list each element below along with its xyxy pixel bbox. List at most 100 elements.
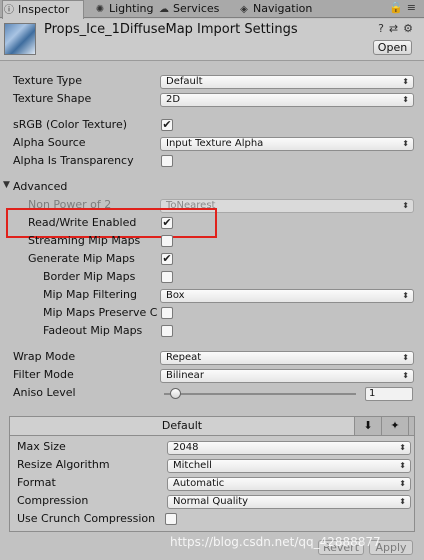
texture-type-label: Texture Type bbox=[13, 74, 83, 87]
use-crunch-checkbox[interactable] bbox=[165, 513, 177, 525]
wrap-mode-dropdown[interactable]: Repeat ⬍ bbox=[160, 351, 414, 365]
texture-thumbnail bbox=[4, 23, 36, 55]
advanced-label: Advanced bbox=[13, 180, 68, 193]
format-label: Format bbox=[17, 476, 56, 489]
texture-shape-dropdown[interactable]: 2D ⬍ bbox=[160, 93, 414, 107]
dropdown-arrow-icon: ⬍ bbox=[399, 479, 406, 488]
fadeout-mip-maps-checkbox[interactable] bbox=[161, 325, 173, 337]
srgb-row: sRGB (Color Texture) ✔ bbox=[0, 117, 424, 135]
download-icon[interactable]: ⬇ bbox=[355, 417, 382, 435]
resize-algorithm-dropdown[interactable]: Mitchell ⬍ bbox=[167, 459, 411, 473]
platform-tabs: Default ⬇ ✦ bbox=[10, 417, 414, 436]
wrap-mode-value: Repeat bbox=[166, 352, 202, 363]
mip-maps-preserve-label: Mip Maps Preserve C bbox=[43, 306, 158, 319]
use-crunch-row: Use Crunch Compression bbox=[10, 511, 414, 529]
tab-navigation[interactable]: ◈ Navigation bbox=[238, 0, 322, 18]
filter-mode-label: Filter Mode bbox=[13, 368, 74, 381]
menu-icon[interactable]: ≡ bbox=[407, 1, 420, 14]
streaming-mip-maps-label: Streaming Mip Maps bbox=[28, 234, 141, 247]
filter-mode-row: Filter Mode Bilinear ⬍ bbox=[0, 367, 424, 385]
cloud-icon: ☁ bbox=[159, 4, 169, 15]
aniso-level-slider-track[interactable] bbox=[164, 393, 356, 395]
lock-icon[interactable]: 🔒 bbox=[389, 1, 407, 14]
dropdown-arrow-icon: ⬍ bbox=[402, 77, 409, 86]
dropdown-arrow-icon: ⬍ bbox=[402, 201, 409, 210]
tab-label: Inspector bbox=[18, 3, 70, 16]
alpha-source-dropdown[interactable]: Input Texture Alpha ⬍ bbox=[160, 137, 414, 151]
tab-services[interactable]: ☁ Services bbox=[158, 0, 228, 18]
android-icon[interactable]: ✦ bbox=[382, 417, 409, 435]
advanced-foldout[interactable]: ▼ Advanced bbox=[0, 179, 424, 197]
alpha-is-transparency-checkbox[interactable] bbox=[161, 155, 173, 167]
tab-label: Lighting bbox=[109, 2, 154, 15]
alpha-source-value: Input Texture Alpha bbox=[166, 138, 264, 149]
srgb-checkbox[interactable]: ✔ bbox=[161, 119, 173, 131]
help-icon[interactable]: ? bbox=[378, 22, 389, 35]
max-size-dropdown[interactable]: 2048 ⬍ bbox=[167, 441, 411, 455]
tab-inspector[interactable]: ⓘ Inspector bbox=[2, 0, 84, 19]
border-mip-maps-row: Border Mip Maps bbox=[0, 269, 424, 287]
resize-algorithm-value: Mitchell bbox=[173, 460, 212, 471]
platform-settings-panel: Default ⬇ ✦ Max Size 2048 ⬍ Resize Algori… bbox=[9, 416, 415, 532]
max-size-label: Max Size bbox=[17, 440, 66, 453]
compass-icon: ◈ bbox=[240, 4, 248, 15]
dropdown-arrow-icon: ⬍ bbox=[399, 443, 406, 452]
mip-map-filtering-row: Mip Map Filtering Box ⬍ bbox=[0, 287, 424, 305]
wrap-mode-label: Wrap Mode bbox=[13, 350, 76, 363]
asset-header: Props_Ice_1DiffuseMap Import Settings ?⇄… bbox=[0, 19, 424, 61]
compression-label: Compression bbox=[17, 494, 89, 507]
format-dropdown[interactable]: Automatic ⬍ bbox=[167, 477, 411, 491]
generate-mip-maps-checkbox[interactable]: ✔ bbox=[161, 253, 173, 265]
max-size-row: Max Size 2048 ⬍ bbox=[10, 439, 414, 457]
tab-lighting[interactable]: ✺ Lighting bbox=[94, 0, 160, 18]
alpha-is-transparency-row: Alpha Is Transparency bbox=[0, 153, 424, 171]
use-crunch-label: Use Crunch Compression bbox=[17, 512, 156, 525]
watermark-text: https://blog.csdn.net/qq_42888877 bbox=[170, 535, 381, 549]
dropdown-arrow-icon: ⬍ bbox=[402, 353, 409, 362]
resize-algorithm-label: Resize Algorithm bbox=[17, 458, 110, 471]
border-mip-maps-checkbox[interactable] bbox=[161, 271, 173, 283]
srgb-label: sRGB (Color Texture) bbox=[13, 118, 128, 131]
mip-maps-preserve-checkbox[interactable] bbox=[161, 307, 173, 319]
open-button[interactable]: Open bbox=[373, 40, 412, 55]
tab-label: Services bbox=[173, 2, 220, 15]
checkmark-icon: ✔ bbox=[162, 252, 172, 265]
compression-row: Compression Normal Quality ⬍ bbox=[10, 493, 414, 511]
aniso-level-input[interactable]: 1 bbox=[365, 387, 413, 401]
bulb-icon: ✺ bbox=[95, 4, 105, 15]
generate-mip-maps-label: Generate Mip Maps bbox=[28, 252, 135, 265]
dropdown-arrow-icon: ⬍ bbox=[402, 291, 409, 300]
alpha-source-label: Alpha Source bbox=[13, 136, 86, 149]
streaming-mip-maps-checkbox[interactable] bbox=[161, 235, 173, 247]
window-tab-bar: ⓘ Inspector ✺ Lighting ☁ Services ◈ Navigati… bbox=[0, 0, 424, 19]
max-size-value: 2048 bbox=[173, 442, 199, 453]
filter-mode-value: Bilinear bbox=[166, 370, 204, 381]
resize-algorithm-row: Resize Algorithm Mitchell ⬍ bbox=[10, 457, 414, 475]
compression-dropdown[interactable]: Normal Quality ⬍ bbox=[167, 495, 411, 509]
texture-shape-row: Texture Shape 2D ⬍ bbox=[0, 91, 424, 109]
texture-type-row: Texture Type Default ⬍ bbox=[0, 73, 424, 91]
tab-label: Navigation bbox=[253, 2, 313, 15]
mip-map-filtering-label: Mip Map Filtering bbox=[43, 288, 137, 301]
preset-icon[interactable]: ⇄ bbox=[389, 22, 403, 35]
generate-mip-maps-row: Generate Mip Maps ✔ bbox=[0, 251, 424, 269]
dropdown-arrow-icon: ⬍ bbox=[399, 497, 406, 506]
dropdown-arrow-icon: ⬍ bbox=[402, 95, 409, 104]
aniso-level-label: Aniso Level bbox=[13, 386, 76, 399]
alpha-source-row: Alpha Source Input Texture Alpha ⬍ bbox=[0, 135, 424, 153]
checkmark-icon: ✔ bbox=[162, 118, 172, 131]
border-mip-maps-label: Border Mip Maps bbox=[43, 270, 136, 283]
tab-default-platform[interactable]: Default bbox=[10, 417, 355, 435]
window-menu-icons[interactable]: 🔒≡ bbox=[389, 1, 420, 14]
texture-type-dropdown[interactable]: Default ⬍ bbox=[160, 75, 414, 89]
dropdown-arrow-icon: ⬍ bbox=[399, 461, 406, 470]
mip-map-filtering-dropdown[interactable]: Box ⬍ bbox=[160, 289, 414, 303]
filter-mode-dropdown[interactable]: Bilinear ⬍ bbox=[160, 369, 414, 383]
fadeout-mip-maps-label: Fadeout Mip Maps bbox=[43, 324, 143, 337]
gear-icon[interactable]: ⚙ bbox=[403, 22, 418, 35]
aniso-level-slider-thumb[interactable] bbox=[170, 388, 181, 399]
dropdown-arrow-icon: ⬍ bbox=[402, 371, 409, 380]
mip-maps-preserve-row: Mip Maps Preserve C bbox=[0, 305, 424, 323]
page-title: Props_Ice_1DiffuseMap Import Settings bbox=[44, 22, 298, 37]
alpha-is-transparency-label: Alpha Is Transparency bbox=[13, 154, 134, 167]
